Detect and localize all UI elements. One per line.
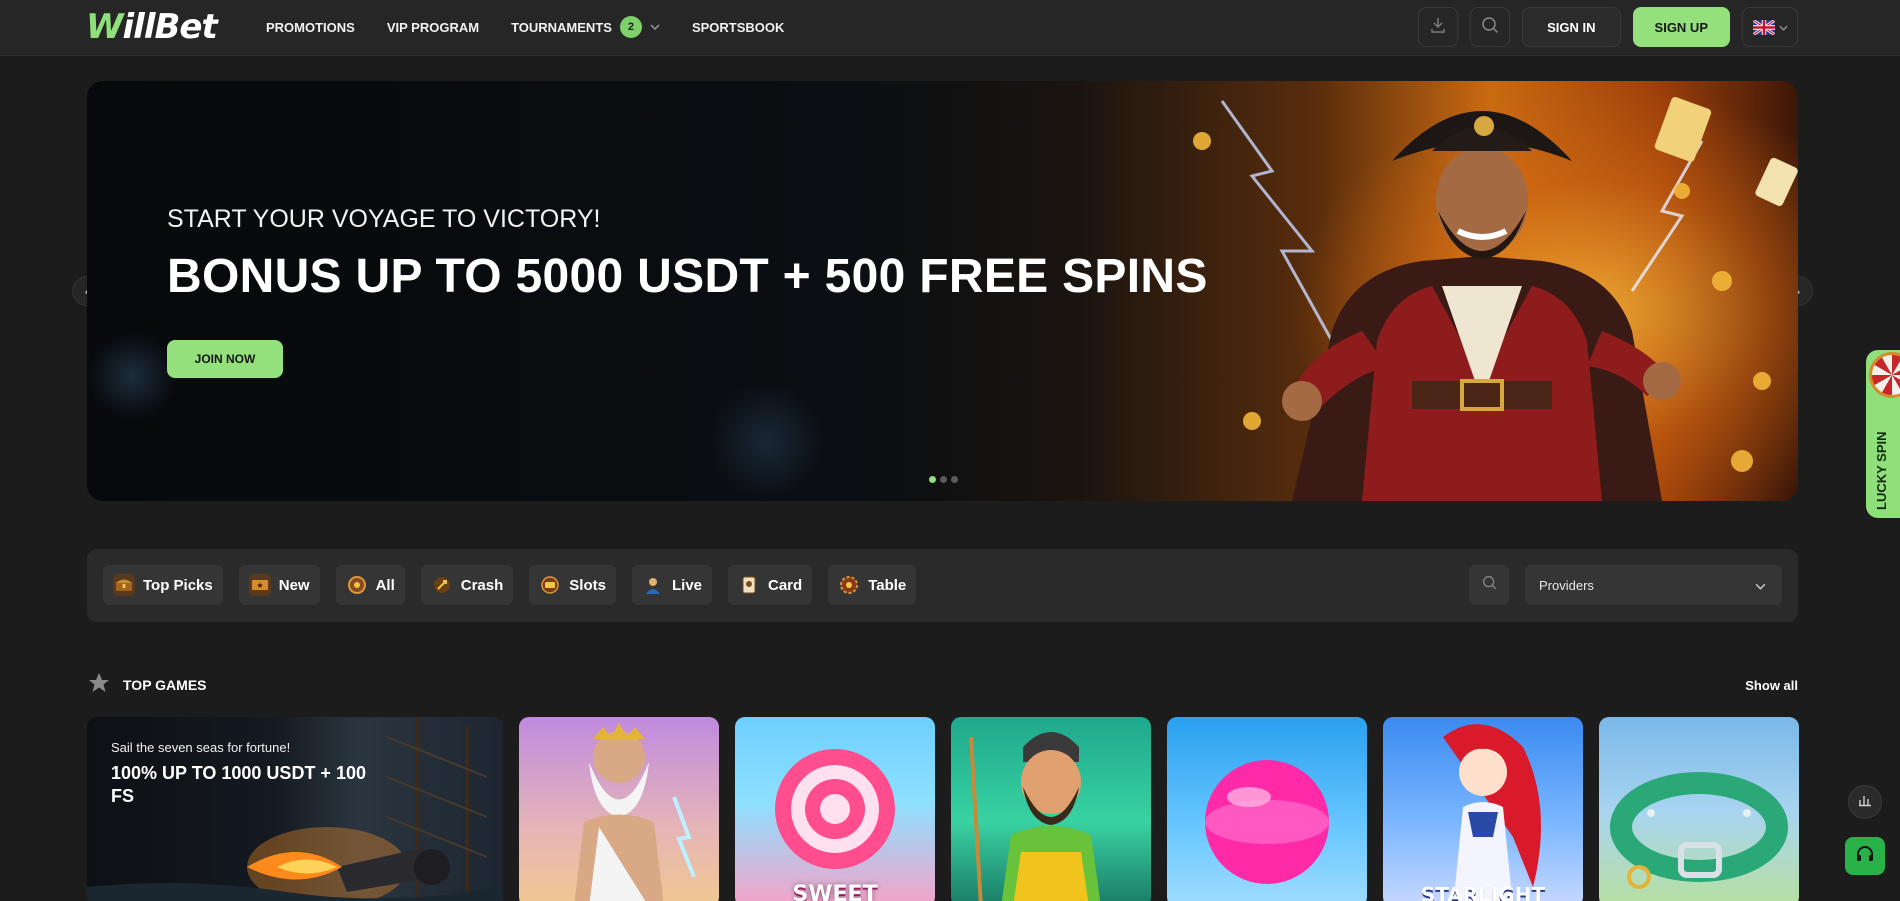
card-icon	[738, 574, 760, 596]
show-all-link[interactable]: Show all	[1745, 678, 1798, 693]
game-tile-zeus[interactable]	[519, 717, 719, 901]
lollipop-thumbnail	[775, 749, 895, 869]
hero-banner[interactable]: START YOUR VOYAGE TO VICTORY! BONUS UP T…	[87, 81, 1798, 501]
game-tile-dog-collar[interactable]	[1599, 717, 1799, 901]
category-crash[interactable]: Crash	[420, 565, 514, 605]
join-now-button[interactable]: JOIN NOW	[167, 340, 283, 378]
game-tile-candy[interactable]	[1167, 717, 1367, 901]
promo-card[interactable]: Sail the seven seas for fortune! 100% UP…	[87, 717, 503, 901]
nav-tournaments[interactable]: TOURNAMENTS 2	[511, 16, 660, 38]
download-icon	[1429, 16, 1447, 39]
bar-chart-icon	[1858, 793, 1872, 812]
nav-sportsbook[interactable]: SPORTSBOOK	[692, 20, 784, 35]
carousel-dot[interactable]	[940, 476, 947, 483]
wheel-icon	[1869, 352, 1900, 398]
nav-tournaments-label: TOURNAMENTS	[511, 19, 612, 35]
sign-up-button[interactable]: SIGN UP	[1632, 7, 1730, 47]
ticket-icon: ★	[248, 574, 271, 596]
fisherman-thumbnail	[969, 732, 1101, 901]
category-new[interactable]: ★ New	[238, 565, 320, 605]
roulette-icon	[838, 574, 860, 596]
rocket-icon	[431, 574, 453, 596]
chevron-down-icon	[1755, 578, 1766, 593]
header-actions: SIGN IN SIGN UP	[1418, 7, 1798, 47]
top-games-title: TOP GAMES	[123, 677, 207, 693]
hero-glow	[707, 381, 827, 501]
promo-subtitle: Sail the seven seas for fortune!	[111, 740, 291, 755]
game-tile-starlight-princess[interactable]: STARLIGHT	[1383, 717, 1583, 901]
lucky-spin-label: LUCKY SPIN	[1874, 431, 1889, 511]
category-chips: Top Picks ★ New All Crash Slots Live Car…	[103, 565, 917, 605]
headset-icon	[1855, 845, 1875, 868]
nav-promotions[interactable]: PROMOTIONS	[266, 20, 355, 35]
carousel-dots	[929, 476, 958, 483]
category-label: Live	[671, 576, 702, 594]
hero-glow	[87, 331, 177, 421]
category-top-picks[interactable]: Top Picks	[103, 565, 223, 605]
candy-thumbnail	[1205, 760, 1329, 884]
support-chat-button[interactable]	[1845, 837, 1885, 875]
category-label: Top Picks	[143, 576, 213, 594]
category-label: Crash	[460, 576, 504, 594]
game-filter-bar: Top Picks ★ New All Crash Slots Live Car…	[87, 549, 1798, 622]
category-label: New	[278, 576, 310, 594]
logo-text: illBet	[122, 7, 218, 47]
providers-dropdown[interactable]: Providers	[1525, 565, 1782, 605]
category-all[interactable]: All	[335, 565, 405, 605]
carousel-dot[interactable]	[929, 476, 936, 483]
carousel-dot[interactable]	[951, 476, 958, 483]
chevron-down-icon	[650, 21, 660, 33]
dealer-icon	[642, 574, 664, 596]
category-label: Slots	[569, 576, 606, 594]
search-icon	[1481, 16, 1499, 39]
game-title: SWEET	[792, 882, 878, 901]
search-icon	[1482, 575, 1497, 595]
hero-subtitle: START YOUR VOYAGE TO VICTORY!	[167, 205, 601, 233]
providers-label: Providers	[1539, 577, 1594, 593]
category-label: Card	[768, 576, 803, 594]
tournaments-count-badge: 2	[619, 16, 642, 38]
promo-title: 100% UP TO 1000 USDT + 100 FS	[111, 763, 366, 806]
willbet-logo[interactable]: WillBet	[86, 7, 218, 47]
category-table[interactable]: Table	[828, 565, 917, 605]
game-search-button[interactable]	[1469, 565, 1509, 605]
language-selector[interactable]	[1742, 7, 1798, 47]
nav-promotions-label: PROMOTIONS	[266, 19, 355, 35]
nav-vip-program[interactable]: VIP PROGRAM	[387, 20, 479, 35]
download-button[interactable]	[1418, 7, 1459, 47]
main-nav: PROMOTIONS VIP PROGRAM TOURNAMENTS 2 SPO…	[266, 0, 816, 54]
logo-letter-w: W	[86, 7, 124, 47]
nav-vip-label: VIP PROGRAM	[386, 19, 480, 35]
category-label: All	[375, 576, 395, 594]
zeus-thumbnail	[574, 723, 696, 901]
nav-sportsbook-label: SPORTSBOOK	[691, 19, 785, 35]
category-slots[interactable]: Slots	[529, 565, 616, 605]
star-icon	[87, 671, 111, 700]
wheel-icon	[346, 574, 368, 596]
hero-title: BONUS UP TO 5000 USDT + 500 FREE SPINS	[167, 250, 1208, 303]
pirate-illustration	[1193, 96, 1798, 501]
lucky-spin-widget[interactable]: LUCKY SPIN	[1866, 350, 1900, 518]
top-games-header: TOP GAMES Show all	[87, 672, 1798, 698]
princess-thumbnail	[1443, 724, 1541, 901]
category-label: Table	[868, 576, 907, 594]
statistics-button[interactable]	[1848, 785, 1882, 819]
sign-in-button[interactable]: SIGN IN	[1522, 7, 1621, 47]
game-tile-big-bass[interactable]	[951, 717, 1151, 901]
search-button[interactable]	[1470, 7, 1511, 47]
top-header: WillBet PROMOTIONS VIP PROGRAM TOURNAMEN…	[0, 0, 1900, 56]
collar-thumbnail	[1610, 772, 1788, 889]
uk-flag-icon	[1752, 19, 1775, 35]
chevron-down-icon	[1778, 18, 1788, 36]
treasure-chest-icon	[113, 574, 135, 596]
game-title: STARLIGHT	[1420, 883, 1546, 901]
slot-icon	[539, 574, 561, 596]
game-tile-sweet-bonanza[interactable]: SWEET	[735, 717, 935, 901]
category-live[interactable]: Live	[631, 565, 712, 605]
category-card[interactable]: Card	[728, 565, 813, 605]
svg-text:★: ★	[256, 581, 263, 590]
